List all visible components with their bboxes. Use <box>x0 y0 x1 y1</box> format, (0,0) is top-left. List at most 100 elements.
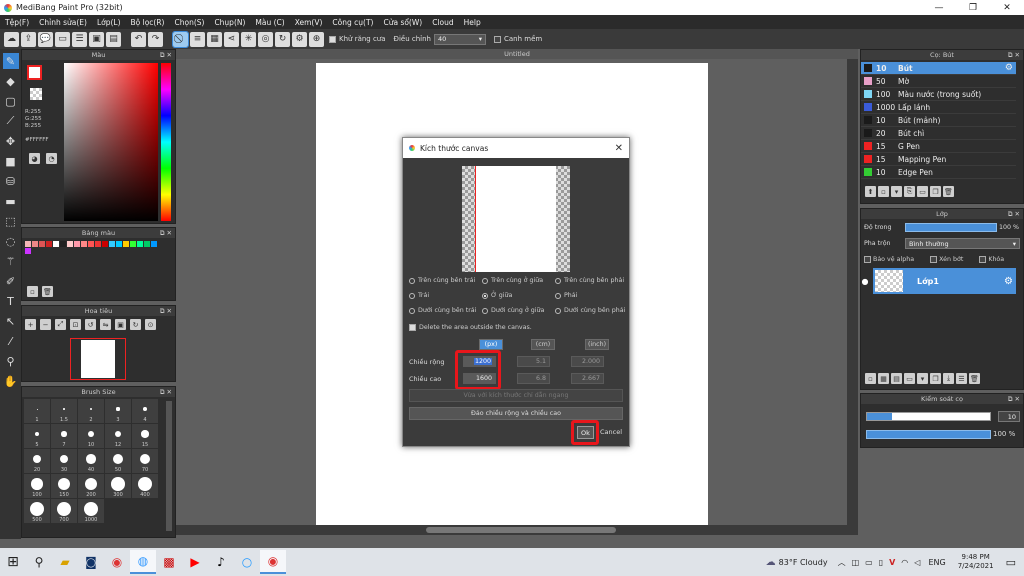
redo-icon[interactable]: ↷ <box>148 31 163 47</box>
fill-rect-tool-icon[interactable]: ■ <box>3 153 19 169</box>
no-snap-icon[interactable]: ⃠ <box>172 30 189 48</box>
dialog-close-icon[interactable]: ✕ <box>615 143 623 154</box>
brush-size-cell[interactable]: 5 <box>24 424 50 448</box>
new-layer-icon[interactable]: ▫ <box>865 373 876 384</box>
layer-menu-icon[interactable]: ▾ <box>917 373 928 384</box>
vpn-icon[interactable]: V <box>889 558 895 567</box>
vertical-scrollbar[interactable] <box>847 59 858 525</box>
brush-folder-icon[interactable]: ▭ <box>917 186 928 197</box>
flip-icon[interactable]: ⇋ <box>100 319 111 330</box>
actual-size-icon[interactable]: ⊡ <box>70 319 81 330</box>
anchor-radio[interactable]: Trái <box>409 292 482 299</box>
search-icon[interactable]: ⚲ <box>26 550 52 574</box>
brush-item[interactable]: 15 G Pen <box>861 140 1016 153</box>
new-8bit-layer-icon[interactable]: ▤ <box>891 373 902 384</box>
clock[interactable]: 9:48 PM 7/24/2021 <box>958 553 994 571</box>
gradient-tool-icon[interactable]: ▬ <box>3 193 19 209</box>
lasso-tool-icon[interactable]: ◌ <box>3 233 19 249</box>
blend-mode-select[interactable]: Bình thường ▾ <box>905 238 1020 249</box>
brush-item[interactable]: 15 Mapping Pen <box>861 153 1016 166</box>
palette-swatch[interactable] <box>130 241 136 247</box>
brush-size-cell[interactable]: 15 <box>132 424 158 448</box>
volume-icon[interactable]: ◁ <box>914 558 920 567</box>
palette-swatch[interactable] <box>88 241 94 247</box>
comment-icon[interactable]: 💬 <box>38 31 53 47</box>
color-wheel-icon[interactable]: ◕ <box>29 153 40 164</box>
saturation-value-picker[interactable] <box>64 63 158 221</box>
palette-swatch[interactable] <box>137 241 143 247</box>
unit-px-button[interactable]: (px) <box>479 339 503 350</box>
select-tool-icon[interactable]: ⬚ <box>3 213 19 229</box>
clipping-checkbox[interactable] <box>930 256 938 263</box>
brush-size-cell[interactable]: 700 <box>51 499 77 523</box>
brush-opacity-slider[interactable] <box>866 430 991 439</box>
new-halftone-layer-icon[interactable]: ▦ <box>878 373 889 384</box>
palette-swatch[interactable] <box>46 241 52 247</box>
width-inch-field[interactable]: 2.000 <box>571 356 604 367</box>
palette-swatch[interactable] <box>39 241 45 247</box>
delete-color-icon[interactable]: 🗑 <box>42 286 53 297</box>
parallel-snap-icon[interactable]: ≡ <box>190 31 205 47</box>
undo-icon[interactable]: ↶ <box>131 31 146 47</box>
secondary-color-swatch[interactable] <box>30 88 42 100</box>
brush-settings-icon[interactable]: ⚙ <box>1005 63 1013 73</box>
tiktok-icon[interactable]: ♪ <box>208 550 234 574</box>
pen-tool-icon[interactable]: ✎ <box>2 53 19 69</box>
unit-inch-button[interactable]: (inch) <box>585 339 609 350</box>
menu-color[interactable]: Màu (C) <box>250 18 289 27</box>
palette-swatch[interactable] <box>74 241 80 247</box>
palette-swatch[interactable] <box>60 241 66 247</box>
tray-chevron-icon[interactable]: ︿ <box>838 557 846 568</box>
brush-size-field[interactable]: 10 <box>998 411 1020 422</box>
palette-swatch[interactable] <box>53 241 59 247</box>
brush-size-cell[interactable]: 1000 <box>78 499 104 523</box>
brush-item[interactable]: 10 Bút (mảnh) <box>861 114 1016 127</box>
palette-swatch[interactable] <box>81 241 87 247</box>
merge-layer-icon[interactable]: ⤓ <box>943 373 954 384</box>
brush-size-cell[interactable]: 500 <box>24 499 50 523</box>
horizontal-scrollbar[interactable] <box>176 525 858 535</box>
ok-button[interactable]: Ok <box>577 426 594 439</box>
anchor-radio[interactable]: Phải <box>555 292 629 299</box>
brush-item[interactable]: 10 Edge Pen <box>861 166 1016 179</box>
wifi-icon[interactable]: ◠ <box>901 558 908 567</box>
width-px-field[interactable]: 1200 <box>463 356 496 367</box>
panel-controls-icon[interactable]: ⧉ ✕ <box>1008 50 1020 60</box>
battery-icon[interactable]: ▯ <box>879 558 883 567</box>
circle-snap-icon[interactable]: ◎ <box>258 31 273 47</box>
anchor-radio[interactable]: Trên cùng bên trái <box>409 277 482 284</box>
windows-start-icon[interactable]: ⊞ <box>0 550 26 574</box>
brush-size-cell[interactable]: 12 <box>105 424 131 448</box>
eye-icon[interactable]: ● <box>861 268 869 294</box>
protect-alpha-checkbox[interactable] <box>864 256 871 263</box>
brush-tool-icon[interactable]: ⟋ <box>3 113 19 129</box>
screen-icon[interactable]: ▣ <box>89 31 104 47</box>
brush-size-cell[interactable]: 30 <box>51 449 77 473</box>
chrome-icon[interactable]: ◉ <box>104 550 130 574</box>
fullscreen-icon[interactable]: ▣ <box>115 319 126 330</box>
smooth-checkbox[interactable] <box>494 35 501 43</box>
delete-outside-checkbox[interactable] <box>409 324 416 331</box>
menu-filter[interactable]: Bộ lọc(R) <box>126 18 170 27</box>
reset-icon[interactable]: ⊙ <box>145 319 156 330</box>
menu-cloud[interactable]: Cloud <box>427 18 458 27</box>
brush-size-cell[interactable]: 7 <box>51 424 77 448</box>
brush-size-cell[interactable]: 70 <box>132 449 158 473</box>
move-tool-icon[interactable]: ✥ <box>3 133 19 149</box>
file-explorer-icon[interactable]: ▰ <box>52 550 78 574</box>
brush-size-cell[interactable]: 200 <box>78 474 104 498</box>
palette-swatch[interactable] <box>95 241 101 247</box>
hex-value[interactable]: #FFFFFF <box>25 137 49 143</box>
layer-opacity-slider[interactable] <box>905 223 997 232</box>
cancel-button[interactable]: Cancel <box>600 428 622 436</box>
cortana-icon[interactable]: ○ <box>234 550 260 574</box>
brush-item[interactable]: 1000 Lấp lánh <box>861 101 1016 114</box>
zoom-out-icon[interactable]: − <box>40 319 51 330</box>
brush-size-slider[interactable] <box>866 412 991 421</box>
menu-help[interactable]: Help <box>459 18 486 27</box>
color-set-icon[interactable]: ◔ <box>46 153 57 164</box>
brush-delete-icon[interactable]: 🗑 <box>943 186 954 197</box>
rotate-left-icon[interactable]: ↺ <box>85 319 96 330</box>
brush-size-scrollbar[interactable] <box>166 401 172 531</box>
grid-snap-icon[interactable]: ▦ <box>207 31 222 47</box>
